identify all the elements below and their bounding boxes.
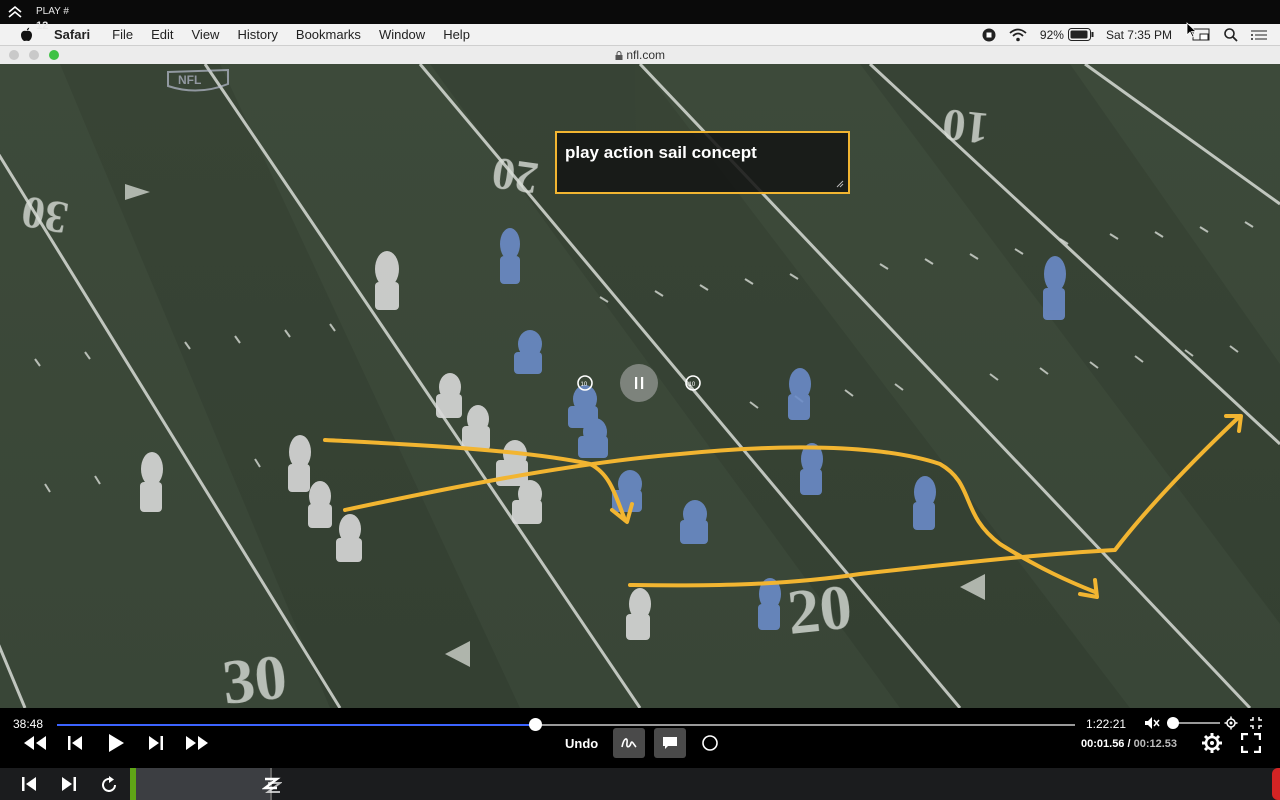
menu-history[interactable]: History (237, 27, 277, 42)
volume-knob[interactable] (1166, 717, 1179, 729)
replay-back-seconds: 10 (581, 382, 588, 388)
circle-tool-icon[interactable] (701, 734, 719, 752)
zoom-z-icon[interactable] (262, 776, 282, 794)
annotation-note[interactable]: play action sail concept (555, 131, 850, 194)
play-number: 12 (36, 20, 49, 32)
yard-number: 10 (940, 99, 991, 155)
clip-time: 00:01.56 / 00:12.53 (1081, 738, 1178, 750)
screen-record-stop-icon[interactable] (982, 28, 996, 42)
browser-toolbar: nfl.com (0, 46, 1280, 65)
note-tool-button[interactable] (654, 728, 686, 758)
menu-app-name[interactable]: Safari (54, 27, 90, 42)
play-label: PLAY # (36, 6, 69, 17)
next-clip-icon[interactable] (60, 776, 78, 792)
battery-icon[interactable] (1067, 28, 1094, 41)
refresh-icon[interactable] (99, 775, 119, 795)
menu-bookmarks[interactable]: Bookmarks (296, 27, 361, 42)
menu-edit[interactable]: Edit (151, 27, 173, 42)
rewind-icon[interactable] (22, 734, 48, 752)
yard-number: 30 (219, 641, 290, 708)
step-forward-icon[interactable] (147, 734, 165, 752)
remaining-time: 1:22:21 (1086, 717, 1127, 731)
video-frame[interactable]: 30 20 10 20 30 NFL 10 10 play action sai… (0, 64, 1280, 708)
cursor-icon (1186, 22, 1198, 38)
fast-forward-icon[interactable] (184, 734, 210, 752)
freehand-draw-icon (621, 738, 637, 748)
wifi-icon[interactable] (1008, 28, 1028, 42)
bottom-bar (0, 768, 1280, 800)
top-strip: PLAY # (0, 0, 1280, 24)
elapsed-time: 38:48 (13, 717, 44, 731)
progress-bar[interactable] (57, 718, 1075, 731)
svg-text:NFL: NFL (178, 73, 201, 87)
clock[interactable]: Sat 7:35 PM (1106, 28, 1172, 42)
settings-gear-icon[interactable] (1201, 732, 1223, 754)
yard-number: 30 (18, 186, 72, 244)
apple-icon[interactable] (20, 27, 33, 42)
undo-button[interactable]: Undo (565, 736, 598, 751)
settings-small-icon[interactable] (1224, 716, 1238, 730)
menubar: Safari File Edit View History Bookmarks … (0, 24, 1280, 46)
timeline-marker[interactable] (130, 768, 136, 800)
video-controls: 38:48 1:22:21 Undo 00:01.56 / 00:12.53 (0, 708, 1280, 768)
url-text: nfl.com (626, 48, 666, 62)
menu-help[interactable]: Help (443, 27, 470, 42)
battery-percent: 92% (1039, 27, 1064, 42)
pause-button[interactable] (620, 364, 658, 402)
menu-view[interactable]: View (192, 27, 220, 42)
clip-current-time: 00:01.56 (1081, 738, 1125, 750)
comment-icon (663, 737, 677, 749)
replay-forward-seconds: 10 (689, 382, 696, 388)
notification-center-icon[interactable] (1250, 28, 1268, 42)
yard-number: 20 (489, 148, 542, 205)
step-back-icon[interactable] (66, 734, 84, 752)
exit-fullscreen-small-icon[interactable] (1249, 716, 1263, 730)
clip-duration: 00:12.53 (1133, 738, 1178, 750)
progress-knob[interactable] (529, 718, 543, 731)
draw-tool-button[interactable] (613, 728, 645, 758)
fullscreen-icon[interactable] (1241, 733, 1261, 753)
lock-icon (615, 51, 623, 60)
clip-timeline[interactable] (130, 768, 282, 800)
collapse-chevron-icon[interactable] (6, 4, 24, 20)
annotation-text[interactable]: play action sail concept (565, 143, 757, 162)
address-bar[interactable]: nfl.com (0, 48, 1280, 62)
previous-clip-icon[interactable] (20, 776, 38, 792)
side-panel-tab[interactable] (1272, 768, 1280, 800)
search-icon[interactable] (1224, 27, 1238, 42)
mute-icon[interactable] (1144, 716, 1160, 730)
menu-file[interactable]: File (112, 27, 133, 42)
volume-slider[interactable] (1166, 717, 1220, 729)
progress-fill (57, 724, 536, 726)
resize-handle-icon[interactable] (836, 180, 844, 188)
play-icon[interactable] (107, 733, 125, 753)
menu-window[interactable]: Window (379, 27, 425, 42)
